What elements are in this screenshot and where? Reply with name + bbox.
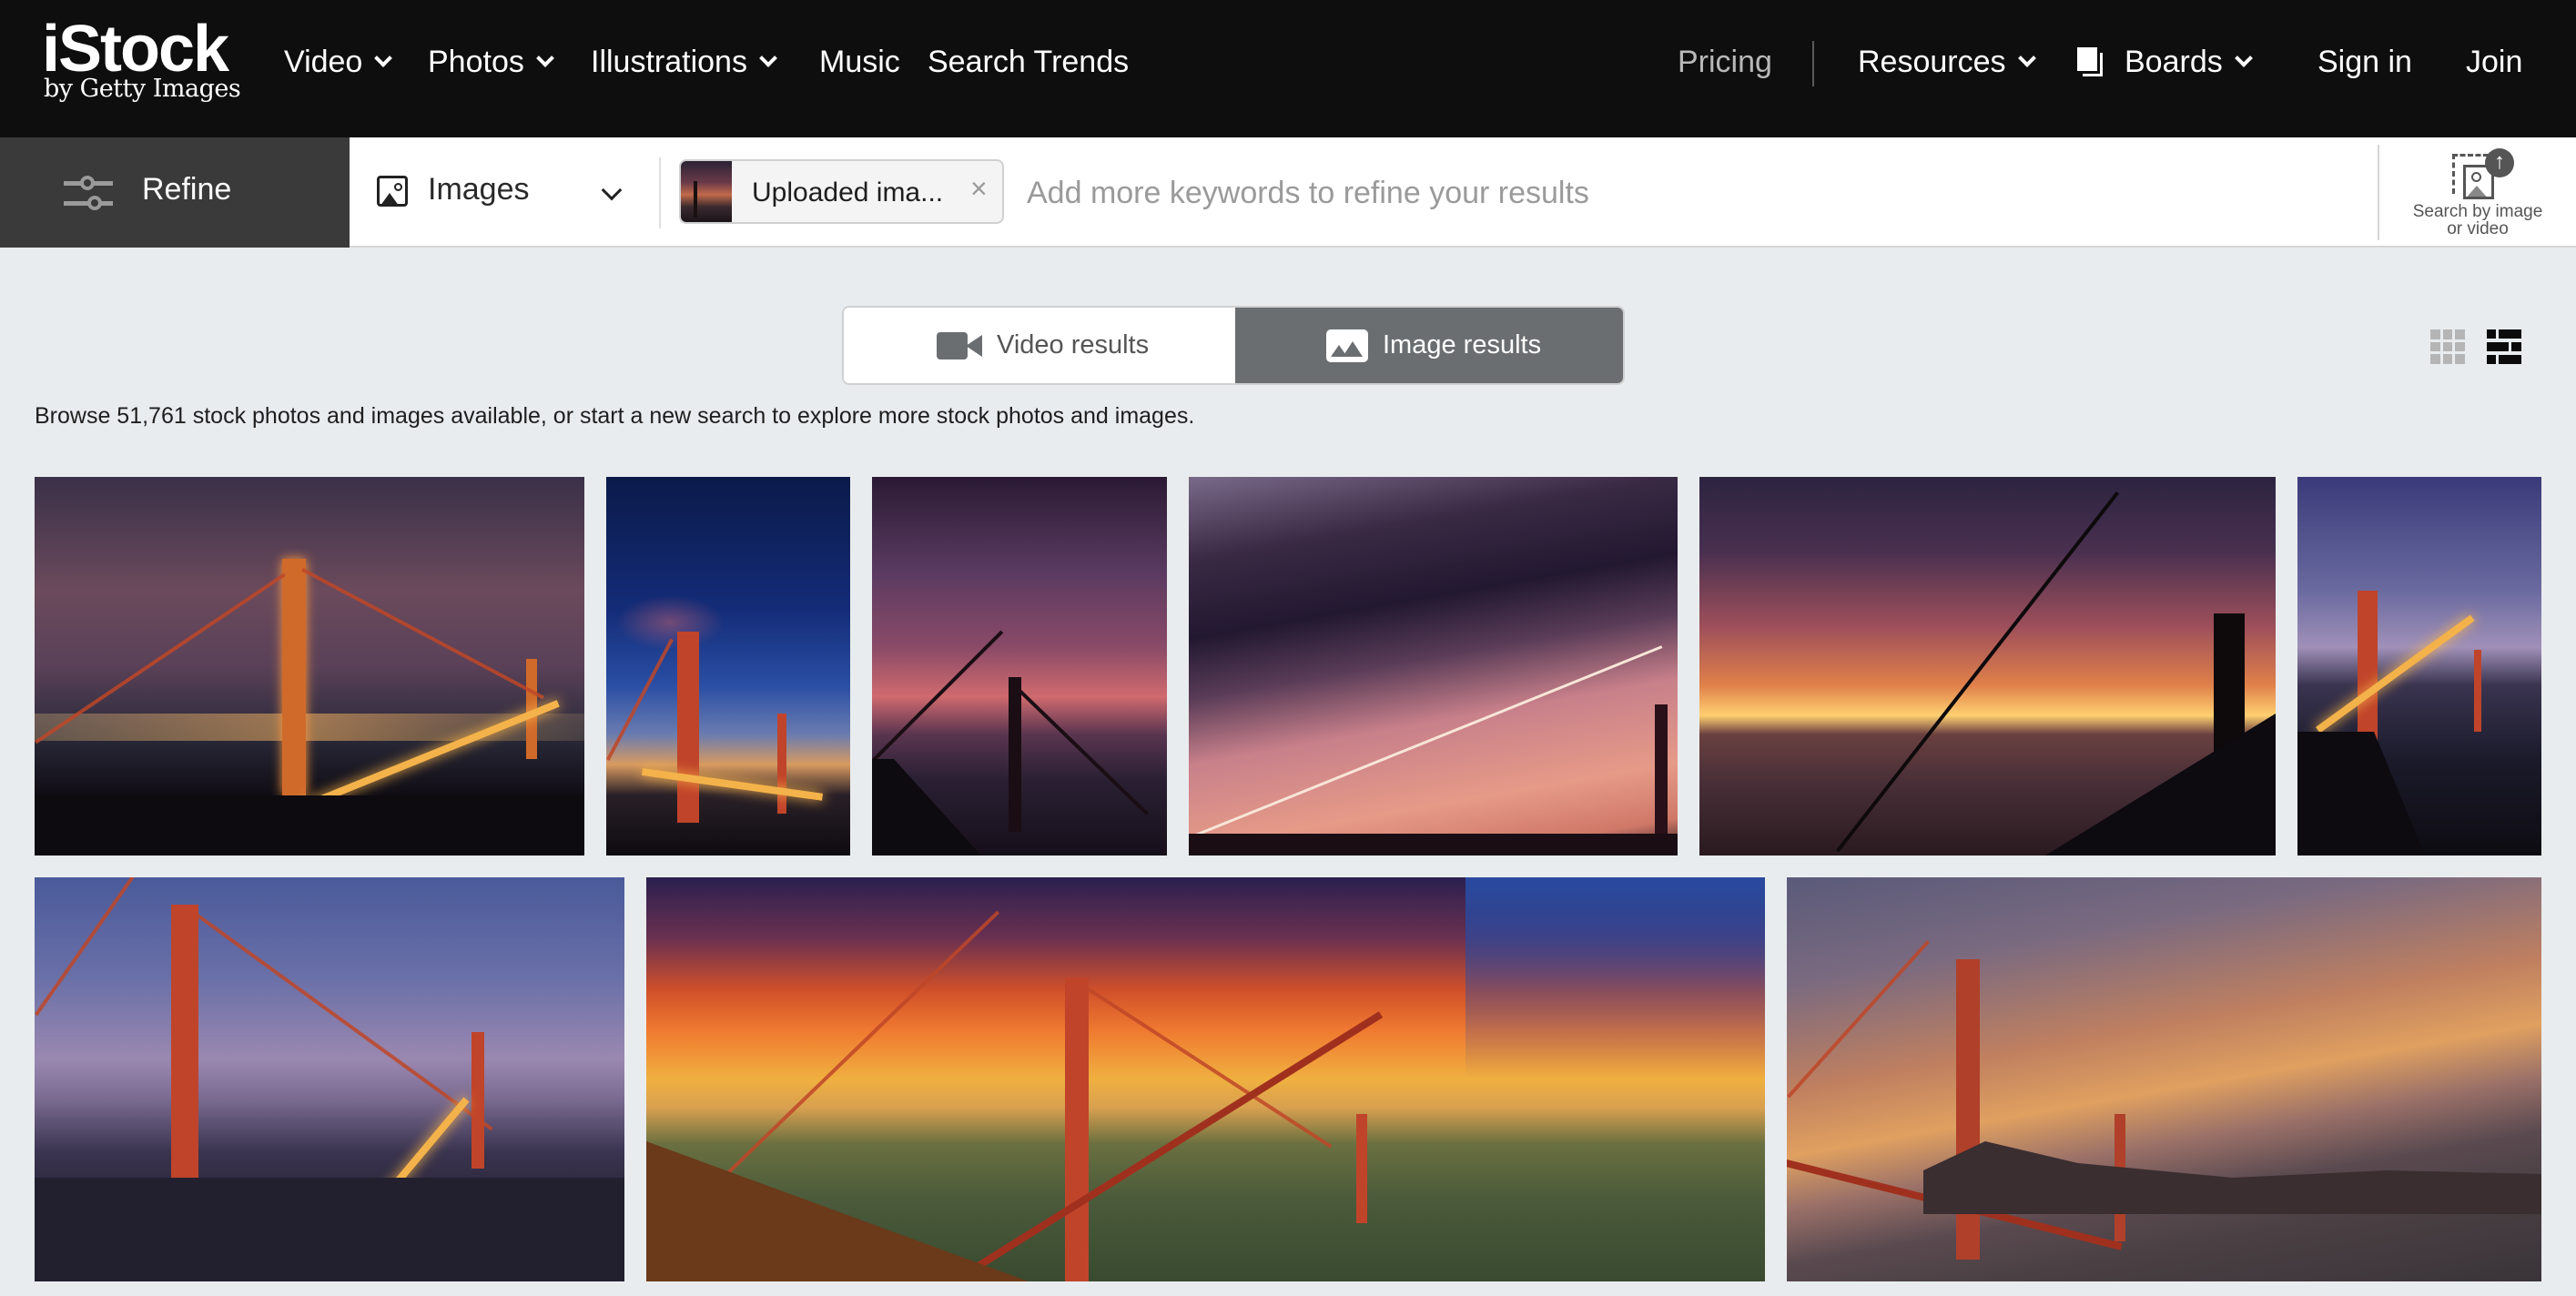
result-image[interactable]: [872, 477, 1167, 856]
results-summary: Browse 51,761 stock photos and images av…: [35, 403, 1195, 429]
chevron-down-icon: [601, 179, 623, 201]
nav-illustrations[interactable]: Illustrations: [591, 40, 777, 84]
result-image[interactable]: [1787, 877, 2541, 1281]
media-type-selected: Images: [428, 172, 530, 207]
nav-pricing[interactable]: Pricing: [1678, 40, 1772, 84]
result-image[interactable]: [1699, 477, 2276, 856]
chevron-down-icon: [2017, 49, 2036, 67]
uploaded-image-label: Uploaded ima...: [752, 177, 944, 208]
nav-divider: [1812, 41, 1814, 86]
uploaded-image-thumbnail: [681, 161, 732, 222]
close-icon[interactable]: ×: [970, 172, 988, 206]
keywords-input[interactable]: [1027, 157, 2347, 228]
logo-tagline: by Getty Images: [44, 75, 241, 103]
nav-illustrations-label: Illustrations: [591, 44, 747, 79]
uploaded-image-chip[interactable]: Uploaded ima... ×: [679, 159, 1004, 224]
chevron-down-icon: [759, 49, 777, 67]
nav-search-trends-label: Search Trends: [928, 44, 1130, 79]
chevron-down-icon: [374, 49, 393, 67]
logo-wordmark: iStock: [42, 13, 229, 86]
refine-label: Refine: [142, 172, 232, 207]
nav-join[interactable]: Join: [2466, 40, 2522, 84]
image-results-tab[interactable]: Image results: [1235, 308, 1623, 383]
nav-sign-in[interactable]: Sign in: [2317, 40, 2412, 84]
image-icon: [377, 176, 408, 207]
grid-view-button[interactable]: [2430, 329, 2465, 364]
media-type-dropdown[interactable]: Images: [350, 137, 659, 248]
results-type-toggle: Video results Image results: [842, 306, 1625, 385]
boards-icon: [2077, 47, 2104, 76]
chevron-down-icon: [535, 49, 554, 67]
video-camera-icon: [937, 331, 982, 359]
refine-button[interactable]: Refine: [0, 137, 350, 248]
nav-photos-label: Photos: [428, 44, 524, 79]
nav-resources-label: Resources: [1858, 44, 2006, 79]
result-image[interactable]: [35, 877, 624, 1281]
search-by-image-button[interactable]: ↑ Search by image or video: [2379, 137, 2576, 248]
nav-boards-label: Boards: [2125, 44, 2223, 79]
top-nav: iStock by Getty Images Video Photos Illu…: [0, 0, 2576, 137]
istock-logo[interactable]: iStock by Getty Images: [42, 16, 242, 107]
nav-boards[interactable]: Boards: [2077, 40, 2253, 84]
nav-music-label: Music: [819, 44, 900, 79]
image-upload-icon: ↑: [2452, 148, 2514, 201]
nav-resources[interactable]: Resources: [1858, 40, 2036, 84]
video-results-tab[interactable]: Video results: [844, 308, 1235, 383]
result-image[interactable]: [1189, 477, 1678, 856]
nav-search-trends[interactable]: Search Trends: [928, 40, 1129, 84]
search-bar: Refine Images Uploaded ima... × ↑ Search…: [0, 137, 2576, 248]
result-image[interactable]: [35, 477, 584, 856]
search-by-image-label: Search by image or video: [2412, 202, 2543, 238]
video-results-label: Video results: [997, 330, 1150, 359]
nav-video-label: Video: [284, 44, 363, 79]
sliders-icon: [64, 174, 113, 212]
nav-join-label: Join: [2466, 44, 2523, 79]
result-image[interactable]: [606, 477, 850, 856]
result-image[interactable]: [646, 877, 1765, 1281]
nav-photos[interactable]: Photos: [428, 40, 554, 84]
nav-video[interactable]: Video: [284, 40, 393, 84]
mosaic-view-button[interactable]: [2487, 329, 2521, 364]
nav-pricing-label: Pricing: [1678, 44, 1772, 79]
image-icon: [1326, 329, 1368, 362]
image-results-label: Image results: [1383, 330, 1542, 359]
nav-music[interactable]: Music: [819, 40, 900, 84]
divider: [659, 157, 661, 228]
chevron-down-icon: [2234, 49, 2253, 67]
result-image[interactable]: [2297, 477, 2541, 856]
nav-sign-in-label: Sign in: [2317, 44, 2412, 79]
